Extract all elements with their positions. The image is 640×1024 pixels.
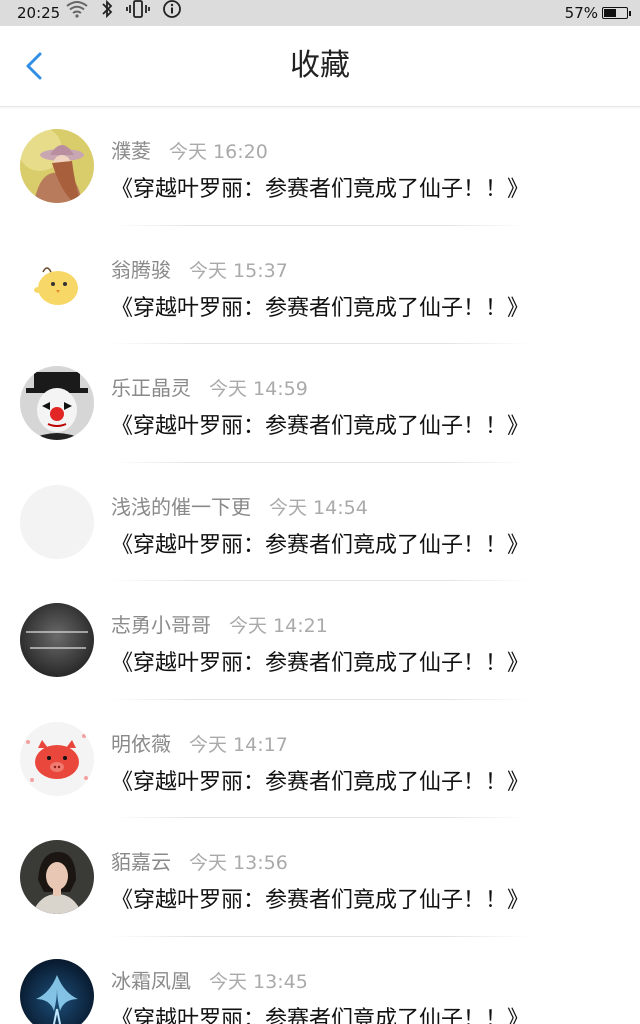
- page-title: 收藏: [290, 48, 350, 83]
- timestamp: 今天 15:37: [189, 259, 288, 282]
- status-time: 20:25: [17, 4, 61, 22]
- bluetooth-icon: [100, 0, 114, 27]
- battery-percent: 57%: [564, 4, 598, 22]
- timestamp: 今天 14:54: [269, 496, 368, 519]
- favorite-title[interactable]: 《穿越叶罗丽：参赛者们竟成了仙子！！》: [111, 171, 529, 203]
- favorite-title[interactable]: 《穿越叶罗丽：参赛者们竟成了仙子！！》: [111, 527, 529, 559]
- timestamp: 今天 13:45: [209, 970, 308, 993]
- battery-icon: [602, 7, 631, 19]
- list-item[interactable]: 乐正晶灵 今天 14:59 《穿越叶罗丽：参赛者们竟成了仙子！！》: [0, 344, 640, 463]
- timestamp: 今天 14:17: [189, 733, 288, 756]
- avatar[interactable]: [20, 603, 94, 677]
- item-meta: 明依薇 今天 14:17: [111, 728, 288, 757]
- item-meta: 志勇小哥哥 今天 14:21: [111, 609, 328, 638]
- status-bar: 20:25 57%: [0, 0, 640, 26]
- avatar[interactable]: [20, 721, 94, 796]
- favorite-title[interactable]: 《穿越叶罗丽：参赛者们竟成了仙子！！》: [111, 645, 529, 677]
- avatar[interactable]: [20, 129, 94, 203]
- list-item[interactable]: 貊嘉云 今天 13:56 《穿越叶罗丽：参赛者们竟成了仙子！！》: [0, 818, 640, 937]
- timestamp: 今天 14:59: [209, 378, 308, 400]
- item-meta: 浅浅的催一下更 今天 14:54: [111, 491, 368, 520]
- battery-level-fill: [604, 9, 616, 17]
- username[interactable]: 翁腾骏: [111, 258, 171, 282]
- list-item[interactable]: 志勇小哥哥 今天 14:21 《穿越叶罗丽：参赛者们竟成了仙子！！》: [0, 581, 640, 700]
- avatar[interactable]: [20, 366, 94, 440]
- favorite-title[interactable]: 《穿越叶罗丽：参赛者们竟成了仙子！！》: [111, 290, 529, 322]
- timestamp: 今天 16:20: [169, 141, 268, 163]
- username[interactable]: 浅浅的催一下更: [111, 495, 251, 519]
- favorite-title[interactable]: 《穿越叶罗丽：参赛者们竟成了仙子！！》: [111, 408, 529, 440]
- item-meta: 翁腾骏 今天 15:37: [111, 254, 288, 283]
- header-bar: 收藏: [0, 26, 640, 107]
- favorites-screen: 20:25 57% 收藏 濮菱 今天 16:20 《穿越叶罗丽：参赛者们竟成了仙…: [0, 0, 640, 1024]
- favorite-title[interactable]: 《穿越叶罗丽：参赛者们竟成了仙子！！》: [111, 764, 529, 796]
- avatar[interactable]: [20, 840, 94, 914]
- favorite-title[interactable]: 《穿越叶罗丽：参赛者们竟成了仙子！！》: [111, 1001, 529, 1024]
- item-meta: 冰霜凤凰 今天 13:45: [111, 965, 308, 994]
- list-item[interactable]: 翁腾骏 今天 15:37 《穿越叶罗丽：参赛者们竟成了仙子！！》: [0, 226, 640, 344]
- username[interactable]: 志勇小哥哥: [111, 613, 211, 637]
- wifi-icon: [66, 0, 88, 26]
- item-meta: 貊嘉云 今天 13:56: [111, 846, 288, 875]
- timestamp: 今天 14:21: [229, 615, 328, 637]
- timestamp: 今天 13:56: [189, 852, 288, 874]
- item-meta: 乐正晶灵 今天 14:59: [111, 372, 308, 401]
- avatar[interactable]: [20, 247, 94, 322]
- list-item[interactable]: 冰霜凤凰 今天 13:45 《穿越叶罗丽：参赛者们竟成了仙子！！》: [0, 937, 640, 1024]
- avatar[interactable]: [20, 958, 94, 1024]
- favorites-list: 濮菱 今天 16:20 《穿越叶罗丽：参赛者们竟成了仙子！！》 翁腾骏 今天 15:…: [0, 107, 640, 1024]
- avatar[interactable]: [20, 484, 94, 559]
- list-item[interactable]: 浅浅的催一下更 今天 14:54 《穿越叶罗丽：参赛者们竟成了仙子！！》: [0, 463, 640, 581]
- username[interactable]: 冰霜凤凰: [111, 969, 191, 993]
- username[interactable]: 濮菱: [111, 139, 151, 163]
- vibrate-icon: [126, 0, 150, 26]
- favorite-title[interactable]: 《穿越叶罗丽：参赛者们竟成了仙子！！》: [111, 882, 529, 914]
- item-meta: 濮菱 今天 16:20: [111, 135, 268, 164]
- status-icons: [66, 0, 182, 26]
- username[interactable]: 乐正晶灵: [111, 376, 191, 400]
- username[interactable]: 貊嘉云: [111, 850, 171, 874]
- info-icon: [162, 0, 182, 27]
- list-item[interactable]: 濮菱 今天 16:20 《穿越叶罗丽：参赛者们竟成了仙子！！》: [0, 107, 640, 226]
- username[interactable]: 明依薇: [111, 732, 171, 756]
- battery-status: 57%: [564, 0, 631, 26]
- list-item[interactable]: 明依薇 今天 14:17 《穿越叶罗丽：参赛者们竟成了仙子！！》: [0, 700, 640, 818]
